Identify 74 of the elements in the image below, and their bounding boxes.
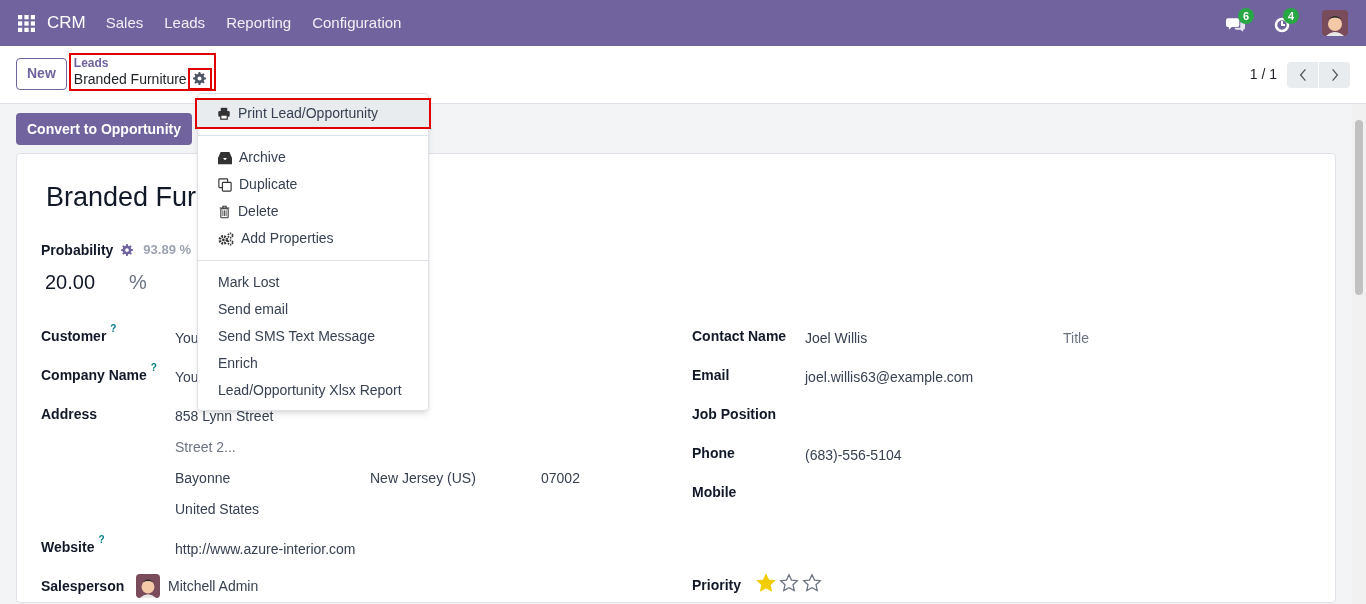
field-value[interactable]: Bayonne (175, 468, 370, 499)
next-button[interactable] (1319, 61, 1350, 88)
gear-icon (121, 244, 134, 256)
previous-button[interactable] (1287, 61, 1318, 88)
record-name-field[interactable]: Branded Fur (41, 180, 197, 214)
field-label: Email (692, 366, 730, 385)
field-value[interactable]: 07002 (541, 468, 580, 499)
new-button[interactable]: New (16, 57, 67, 90)
convert-button[interactable]: Convert to Opportunity (16, 113, 192, 145)
priority-stars[interactable] (756, 573, 822, 593)
menu-item[interactable]: Mark Lost (198, 269, 428, 296)
field-label: Priority (692, 576, 741, 595)
field-value[interactable]: Joel Willis (805, 328, 1063, 349)
field-label: Phone (692, 444, 735, 463)
menu-item[interactable]: Send email (198, 296, 428, 323)
nav-menu-item[interactable]: Sales (105, 11, 144, 35)
menu-item[interactable]: Add Properties (198, 225, 428, 252)
field-value[interactable]: 858 Lynn Street (175, 408, 274, 424)
count-badge: 6 (1238, 8, 1255, 24)
percent-sign: % (129, 270, 147, 295)
pager-value: 1 / 1 (1249, 65, 1277, 84)
count-badge: 4 (1283, 8, 1300, 24)
settings-button[interactable] (189, 69, 210, 88)
field-label: Probability (41, 240, 114, 260)
help-mark[interactable]: ? (150, 363, 157, 373)
app-name[interactable]: CRM (47, 10, 86, 36)
probability-field[interactable]: 20.00 (45, 267, 129, 297)
field-label: Mobile (692, 483, 737, 502)
field-label: Contact Name (692, 327, 787, 346)
copy-icon (218, 177, 232, 192)
help-mark[interactable]: ? (110, 324, 117, 334)
printer-icon (217, 107, 231, 120)
field-value[interactable]: United States (175, 501, 260, 517)
field-value[interactable]: (683)-556-5104 (805, 445, 902, 466)
clock-icon (1274, 17, 1290, 33)
breadcrumb-link[interactable]: Leads (73, 55, 210, 70)
star-outline-icon (779, 573, 799, 593)
scrollbar[interactable] (1352, 104, 1366, 604)
inbox-icon (218, 150, 232, 165)
menu-item[interactable]: Archive (198, 144, 428, 171)
field-placeholder[interactable]: Title (1063, 328, 1089, 349)
field-label: Job Position (692, 405, 776, 424)
menu-item[interactable]: Lead/Opportunity Xlsx Report (198, 377, 428, 404)
menu-item[interactable]: Enrich (198, 350, 428, 377)
field-label: Customer (41, 327, 107, 346)
field-placeholder[interactable]: Street 2... (175, 439, 236, 455)
star-filled-icon (756, 573, 776, 593)
nav-menu-item[interactable]: Leads (164, 11, 206, 35)
menu-item[interactable]: Send SMS Text Message (198, 323, 428, 350)
record-title: Branded Furniture (73, 69, 187, 88)
field-label: Address (41, 405, 98, 424)
apps-menu-icon (18, 14, 35, 32)
star-outline-icon (802, 573, 822, 593)
nav-menu-item[interactable]: Configuration (312, 11, 402, 35)
user-avatar (136, 574, 160, 598)
field-label: Company Name (41, 366, 147, 385)
field-label: Website (41, 538, 95, 557)
menu-item[interactable]: Delete (198, 198, 428, 225)
field-label: Salesperson (41, 577, 125, 596)
chevron-right-icon (1330, 67, 1339, 82)
menu-item[interactable]: Print Lead/Opportunity (197, 100, 429, 127)
gear-icon (193, 72, 207, 85)
menu-item[interactable]: Duplicate (198, 171, 428, 198)
trash-icon (218, 204, 231, 219)
field-value[interactable]: New Jersey (US) (370, 468, 541, 499)
help-mark[interactable]: ? (98, 535, 105, 545)
field-value[interactable]: joel.willis63@example.com (805, 367, 974, 388)
chat-icon (1226, 17, 1245, 33)
automated-probability: 93.89 % (143, 241, 192, 260)
user-avatar (1322, 10, 1348, 36)
nav-menu-item[interactable]: Reporting (226, 11, 292, 35)
field-value[interactable]: http://www.azure-interior.com (175, 539, 356, 560)
chevron-left-icon (1298, 67, 1307, 82)
field-value[interactable]: Mitchell Admin (168, 575, 259, 597)
